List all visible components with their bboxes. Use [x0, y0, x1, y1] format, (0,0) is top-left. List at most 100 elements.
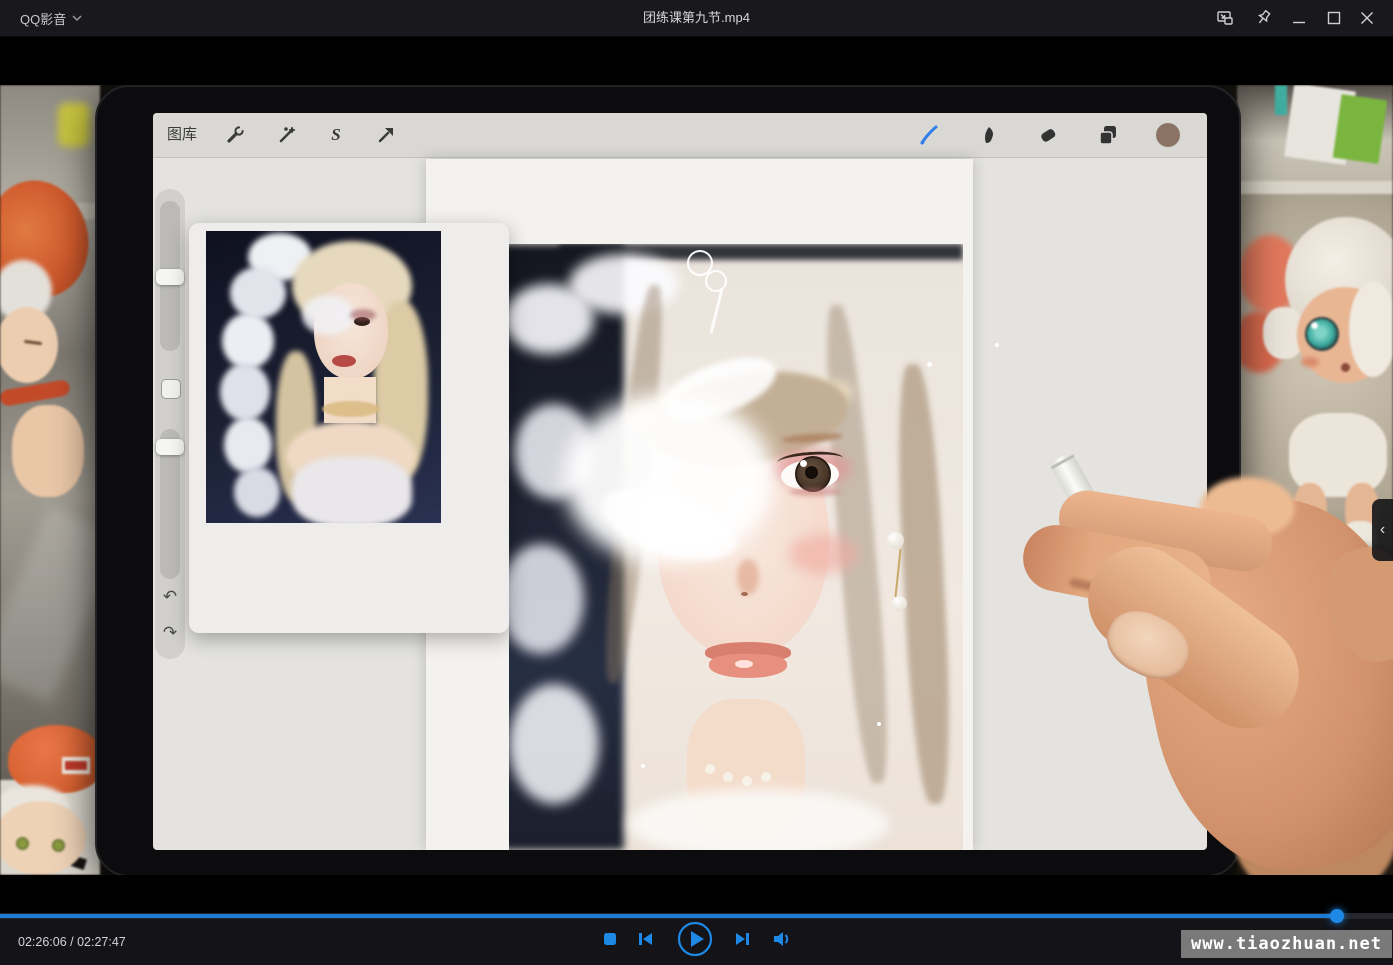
- necklace-pearl: [723, 772, 733, 782]
- pin-button[interactable]: [1249, 3, 1279, 33]
- mini-mode-icon: [1215, 8, 1235, 28]
- eraser-icon: [1036, 123, 1060, 147]
- doll-blush: [1301, 357, 1319, 367]
- toy-strap: [0, 379, 71, 407]
- toy-eye-left: [16, 837, 29, 850]
- layers-icon: [1096, 123, 1120, 147]
- title-bar: QQ影音 团练课第九节.mp4: [0, 0, 1393, 37]
- adjustments-button[interactable]: [273, 121, 301, 149]
- doll-helmet-swoop: [1349, 281, 1393, 377]
- reference-photo-panel[interactable]: [189, 223, 509, 633]
- ruffle-headdress: [234, 467, 280, 517]
- green-box-blur: [1333, 94, 1387, 164]
- sparkle: [877, 722, 881, 726]
- next-button[interactable]: [730, 913, 756, 965]
- minimize-icon: [1289, 8, 1309, 28]
- brush-button[interactable]: [915, 121, 943, 149]
- pin-icon: [1254, 8, 1274, 28]
- qq-player-window: QQ影音 团练课第九节.mp4: [0, 0, 1393, 965]
- transform-arrow-icon: [375, 124, 397, 146]
- cap-label-red: [65, 761, 87, 770]
- chevron-down-icon: [72, 15, 82, 22]
- layers-button[interactable]: [1094, 121, 1122, 149]
- brush-sidebar: ↶ ↷: [155, 189, 185, 659]
- portrait-painting: [509, 244, 963, 850]
- app-name: QQ影音: [20, 9, 66, 28]
- video-display-area[interactable]: 图库: [0, 36, 1393, 913]
- canvas-sparkle: [995, 343, 999, 347]
- lip-gloss: [735, 660, 753, 668]
- seek-fill: [0, 914, 1337, 918]
- doll-eye-highlight: [1311, 322, 1318, 329]
- video-title: 团练课第九节.mp4: [0, 0, 1393, 36]
- color-swatch-icon: [1154, 121, 1182, 149]
- sparkle: [641, 764, 645, 768]
- chain-doodle-ring: [705, 270, 727, 292]
- glass-reflection: [0, 507, 100, 704]
- magic-wand-icon: [276, 124, 298, 146]
- ruffle-headdress: [224, 417, 272, 473]
- skip-forward-icon: [732, 928, 754, 950]
- brush-opacity-handle[interactable]: [156, 439, 184, 455]
- skip-back-icon: [634, 928, 656, 950]
- yellow-box-blur: [58, 103, 90, 147]
- ruffle-headdress: [222, 313, 274, 369]
- undo-button[interactable]: ↶: [155, 587, 185, 607]
- color-swatch-button[interactable]: [1154, 121, 1182, 149]
- maximize-button[interactable]: [1319, 3, 1349, 33]
- close-button[interactable]: [1352, 3, 1382, 33]
- wrench-icon: [224, 124, 246, 146]
- lower-lash-shadow: [789, 488, 841, 496]
- app-menu-button[interactable]: QQ影音: [20, 0, 82, 36]
- time-display: 02:26:06 / 02:27:47: [18, 919, 126, 965]
- ref-dress-white: [292, 457, 412, 523]
- blush: [789, 534, 859, 574]
- stop-button[interactable]: [598, 913, 622, 965]
- necklace-pearl: [761, 772, 771, 782]
- nostril: [741, 592, 748, 596]
- ref-lips: [332, 355, 356, 367]
- smudge-button[interactable]: [975, 121, 1003, 149]
- toy-eye-right: [52, 839, 65, 852]
- play-icon: [677, 921, 713, 957]
- ref-necklace: [322, 401, 380, 417]
- chevron-left-icon: ‹: [1380, 521, 1385, 539]
- ruffle-headdress: [220, 363, 270, 421]
- video-frame: 图库: [0, 85, 1393, 875]
- redo-button[interactable]: ↷: [155, 623, 185, 643]
- necklace-pearl: [705, 764, 715, 774]
- eraser-button[interactable]: [1034, 121, 1062, 149]
- transform-button[interactable]: [372, 121, 400, 149]
- volume-button[interactable]: [768, 913, 794, 965]
- nose-shadow: [737, 559, 759, 595]
- brush-size-handle[interactable]: [156, 269, 184, 285]
- seek-thumb[interactable]: [1330, 909, 1344, 923]
- background-shelf-left: [0, 85, 100, 875]
- previous-button[interactable]: [632, 913, 658, 965]
- pearl-earring-bottom: [892, 596, 907, 611]
- dress-white: [629, 789, 889, 850]
- gallery-button[interactable]: 图库: [167, 113, 197, 157]
- doll-mouth: [1341, 363, 1350, 372]
- stop-icon: [600, 929, 620, 949]
- mini-mode-button[interactable]: [1210, 3, 1240, 33]
- ruffle-headdress: [230, 267, 286, 319]
- play-button[interactable]: [676, 913, 714, 965]
- doll-eye: [1305, 317, 1339, 351]
- maximize-icon: [1324, 8, 1344, 28]
- playlist-panel-toggle[interactable]: ‹: [1372, 499, 1393, 561]
- watermark: www.tiaozhuan.net: [1181, 930, 1392, 958]
- player-control-bar: 02:26:06 / 02:27:47: [0, 913, 1393, 965]
- sidebar-modify-button[interactable]: [161, 379, 181, 399]
- procreate-screen[interactable]: 图库: [153, 113, 1207, 850]
- toy-body-top: [12, 405, 84, 497]
- actions-wrench-button[interactable]: [221, 121, 249, 149]
- selection-button[interactable]: S: [322, 121, 350, 149]
- smudge-finger-icon: [977, 123, 1001, 147]
- brush-icon: [917, 123, 941, 147]
- case-top-edge: [1237, 181, 1393, 194]
- sparkle: [927, 362, 932, 367]
- selection-s-icon: S: [331, 125, 340, 145]
- minimize-button[interactable]: [1284, 3, 1314, 33]
- ref-lace-eyepatch: [302, 295, 354, 335]
